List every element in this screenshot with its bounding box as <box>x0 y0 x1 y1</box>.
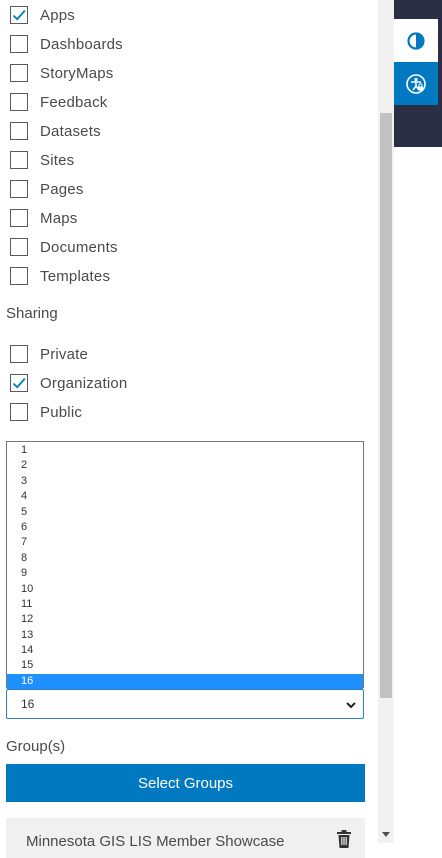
dropdown-option[interactable]: 15 <box>7 658 363 673</box>
checkbox-box[interactable] <box>10 6 28 24</box>
checkbox-label: Pages <box>40 180 84 198</box>
dropdown-option[interactable]: 5 <box>7 505 363 520</box>
checkbox-label: Datasets <box>40 122 101 140</box>
checkbox-private[interactable]: Private <box>10 343 88 365</box>
accessibility-button[interactable] <box>394 62 438 105</box>
accessibility-icon <box>406 73 426 94</box>
contrast-icon <box>407 31 425 50</box>
checkbox-label: Organization <box>40 374 128 392</box>
checkbox-label: Templates <box>40 267 111 285</box>
checkbox-box[interactable] <box>10 64 28 82</box>
checkbox-maps[interactable]: Maps <box>10 207 77 229</box>
dropdown-option[interactable]: 12 <box>7 612 363 627</box>
checkbox-sites[interactable]: Sites <box>10 149 74 171</box>
checkbox-storymaps[interactable]: StoryMaps <box>10 62 114 84</box>
checkbox-box[interactable] <box>10 267 28 285</box>
select-groups-button[interactable]: Select Groups <box>6 764 365 802</box>
scrollbar-thumb[interactable] <box>380 113 392 698</box>
checkbox-documents[interactable]: Documents <box>10 236 118 258</box>
checkbox-apps[interactable]: Apps <box>10 4 75 26</box>
checkbox-box[interactable] <box>10 35 28 53</box>
check-icon <box>12 10 26 21</box>
checkbox-label: Public <box>40 403 83 421</box>
checkbox-public[interactable]: Public <box>10 401 82 423</box>
checkbox-pages[interactable]: Pages <box>10 178 84 200</box>
checkbox-box[interactable] <box>10 151 28 169</box>
checkbox-box[interactable] <box>10 345 28 363</box>
group-list-item: Minnesota GIS LIS Member Showcase <box>6 818 365 858</box>
group-label: Minnesota GIS LIS Member Showcase <box>26 833 285 850</box>
dropdown-option[interactable]: 11 <box>7 597 363 612</box>
scroll-down-arrow-icon[interactable] <box>382 832 390 838</box>
dropdown-option[interactable]: 9 <box>7 566 363 581</box>
checkbox-label: Private <box>40 345 89 363</box>
checkbox-box[interactable] <box>10 93 28 111</box>
checkbox-label: Apps <box>40 6 75 24</box>
checkbox-box[interactable] <box>10 209 28 227</box>
checkbox-box[interactable] <box>10 403 28 421</box>
dropdown-option[interactable]: 7 <box>7 535 363 550</box>
dropdown-option[interactable]: 4 <box>7 489 363 504</box>
dropdown-option[interactable]: 2 <box>7 458 363 473</box>
dropdown-option[interactable]: 8 <box>7 551 363 566</box>
checkbox-dashboards[interactable]: Dashboards <box>10 33 123 55</box>
checkbox-label: Feedback <box>40 93 108 111</box>
dropdown-option[interactable]: 13 <box>7 628 363 643</box>
number-select[interactable]: 16 <box>6 689 364 719</box>
checkbox-label: Sites <box>40 151 75 169</box>
checkbox-box[interactable] <box>10 374 28 392</box>
checkbox-box[interactable] <box>10 180 28 198</box>
checkbox-label: StoryMaps <box>40 64 114 82</box>
checkbox-feedback[interactable]: Feedback <box>10 91 107 113</box>
groups-title: Group(s) <box>6 738 66 755</box>
select-value: 16 <box>21 697 35 711</box>
checkbox-templates[interactable]: Templates <box>10 265 110 287</box>
check-icon <box>12 378 26 389</box>
contrast-button[interactable] <box>394 19 438 62</box>
checkbox-label: Documents <box>40 238 118 256</box>
dropdown-option[interactable]: 14 <box>7 643 363 658</box>
number-dropdown-list[interactable]: 1 2 3 4 5 6 7 8 9 10 11 12 13 14 15 16 <box>6 441 364 690</box>
sharing-title: Sharing <box>6 305 58 322</box>
checkbox-datasets[interactable]: Datasets <box>10 120 101 142</box>
checkbox-box[interactable] <box>10 122 28 140</box>
checkbox-label: Dashboards <box>40 35 123 53</box>
dropdown-option[interactable]: 1 <box>7 443 363 458</box>
panel-scrollbar[interactable] <box>378 0 394 843</box>
dropdown-option-selected[interactable]: 16 <box>7 673 363 690</box>
trash-icon[interactable] <box>336 830 352 848</box>
filter-panel: Apps Dashboards StoryMaps Feedback Datas… <box>0 0 378 858</box>
checkbox-organization[interactable]: Organization <box>10 372 127 394</box>
dropdown-option[interactable]: 6 <box>7 520 363 535</box>
dropdown-option[interactable]: 3 <box>7 474 363 489</box>
checkbox-label: Maps <box>40 209 78 227</box>
chevron-down-icon <box>346 702 356 709</box>
dropdown-option[interactable]: 10 <box>7 582 363 597</box>
checkbox-box[interactable] <box>10 238 28 256</box>
